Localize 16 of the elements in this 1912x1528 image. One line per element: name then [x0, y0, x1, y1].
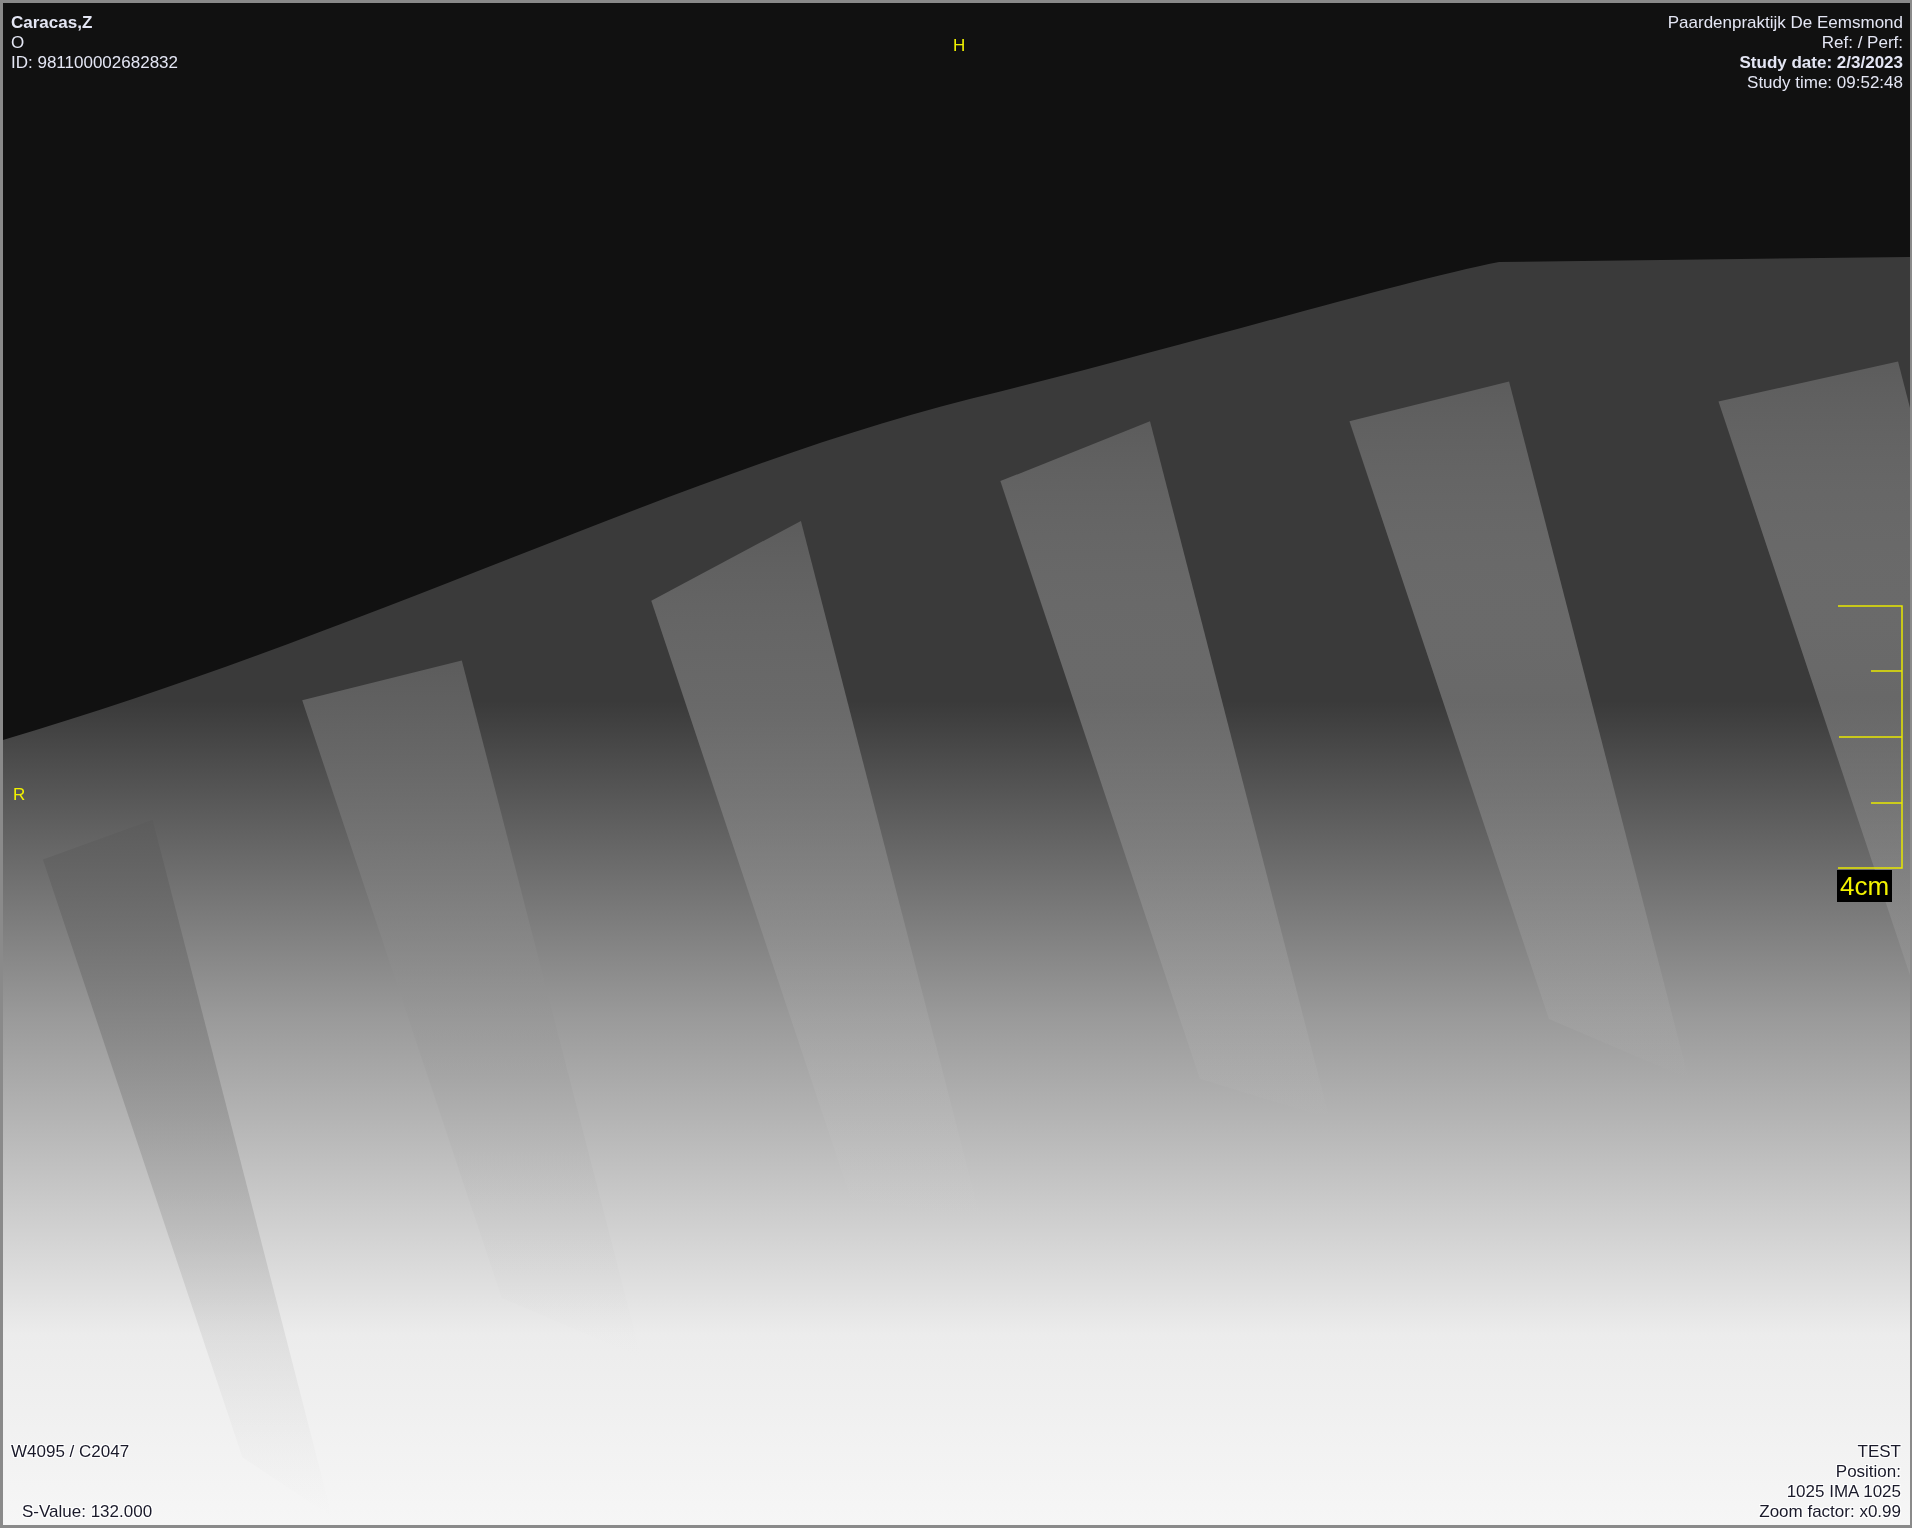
patient-sex: O [11, 33, 25, 53]
orientation-marker: H [953, 36, 966, 56]
ref-perf-label: Ref: / Perf: [1821, 33, 1903, 53]
image-info-text: Zoom factor: x0.99 [1759, 1502, 1901, 1522]
study-date: Study date: 2/3/2023 [1739, 53, 1903, 73]
window-level: W4095 / C2047 [11, 1442, 130, 1462]
image-info-text: 1025 IMA 1025 [1786, 1482, 1901, 1502]
study-time: Study time: 09:52:48 [1747, 73, 1903, 93]
patient-id: ID: 981100002682832 [11, 53, 178, 73]
patient-name: Caracas,Z [11, 13, 93, 33]
s-value: S-Value: 132.000 [22, 1502, 153, 1522]
image-info-text: TEST [1857, 1442, 1901, 1462]
practice-name: Paardenpraktijk De Eemsmond [1667, 13, 1903, 33]
orientation-marker: R [13, 785, 26, 805]
image-info-text: Position: [1835, 1462, 1901, 1482]
scale-label: 4cm [1837, 870, 1893, 902]
